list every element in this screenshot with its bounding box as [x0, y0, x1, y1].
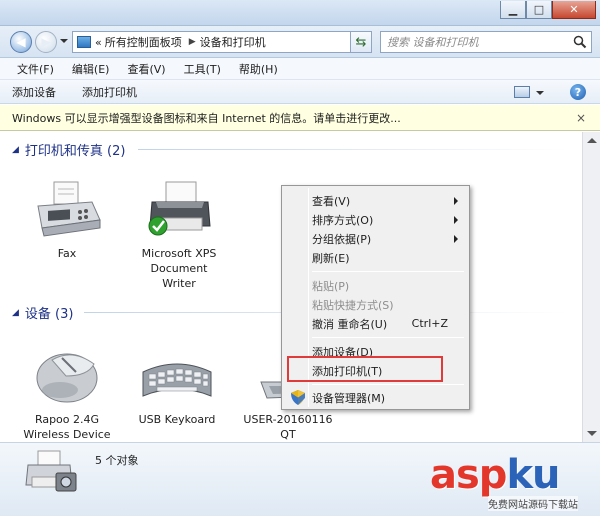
fax-icon	[37, 181, 101, 237]
context-menu-separator	[312, 384, 464, 385]
vertical-scrollbar[interactable]	[582, 132, 600, 442]
close-button[interactable]: ✕	[552, 1, 596, 19]
ctx-paste-shortcut-label: 粘贴快捷方式(S)	[312, 298, 394, 312]
add-device-button[interactable]: 添加设备	[12, 84, 56, 100]
window-controls: ▁ □ ✕	[500, 1, 596, 19]
keyboard-icon	[142, 363, 212, 397]
device-computer-label-line2: QT	[280, 428, 296, 441]
device-xps-writer[interactable]: Microsoft XPS Document Writer	[133, 180, 225, 291]
ctx-paste-label: 粘贴(P)	[312, 279, 350, 293]
help-icon[interactable]: ?	[570, 84, 586, 100]
device-xps-label-line3: Writer	[162, 277, 196, 290]
ctx-view[interactable]: 查看(V)	[285, 191, 466, 210]
menu-view[interactable]: 查看(V)	[118, 61, 174, 77]
device-mouse[interactable]: Rapoo 2.4G Wireless Device	[22, 346, 112, 442]
watermark-subtitle: 免费网站源码下载站	[488, 496, 578, 511]
submenu-arrow-icon	[454, 235, 458, 243]
collapse-chevron-icon[interactable]: ◢	[12, 145, 19, 155]
view-dropdown-icon[interactable]	[536, 91, 544, 95]
back-button[interactable]: ◀	[10, 31, 32, 53]
group-printers-title: 打印机和传真 (2)	[24, 144, 126, 159]
breadcrumb-devices-printers[interactable]: 设备和打印机	[200, 34, 266, 50]
control-panel-icon	[77, 36, 91, 48]
ctx-paste-shortcut: 粘贴快捷方式(S)	[285, 295, 466, 314]
group-devices-title: 设备 (3)	[24, 307, 74, 322]
scroll-up-icon[interactable]	[587, 138, 597, 143]
ctx-device-manager-label: 设备管理器(M)	[312, 391, 386, 405]
device-xps-label-line1: Microsoft XPS	[141, 247, 217, 260]
collapse-chevron-icon[interactable]: ◢	[12, 308, 19, 318]
ctx-view-label: 查看(V)	[312, 194, 351, 208]
device-mouse-label-line2: Wireless Device	[23, 428, 111, 441]
title-bar: ▁ □ ✕	[0, 0, 600, 26]
forward-button[interactable]: ▶	[35, 31, 57, 53]
ctx-undo-rename[interactable]: 撤消 重命名(U) Ctrl+Z	[285, 314, 466, 333]
menu-help[interactable]: 帮助(H)	[230, 61, 287, 77]
refresh-button[interactable]: ⇆	[350, 31, 372, 53]
device-keyboard-label: USB Keykoard	[138, 413, 216, 426]
menu-bar: 文件(F) 编辑(E) 查看(V) 工具(T) 帮助(H)	[0, 58, 600, 80]
add-printer-button[interactable]: 添加打印机	[82, 84, 137, 100]
ctx-refresh[interactable]: 刷新(E)	[285, 248, 466, 267]
address-overflow[interactable]: «	[95, 36, 102, 49]
info-bar-close-button[interactable]: ×	[576, 111, 586, 125]
context-menu-separator	[312, 337, 464, 338]
device-computer-label-line1: USER-20160116	[243, 413, 333, 426]
group-divider	[138, 149, 568, 150]
watermark-logo: aspku	[430, 452, 561, 498]
ctx-sort-by-label: 排序方式(O)	[312, 213, 374, 227]
group-printers-header[interactable]: ◢ 打印机和传真 (2)	[12, 140, 125, 159]
address-bar[interactable]: « 所有控制面板项 ▶ 设备和打印机	[72, 31, 372, 53]
device-xps-label-line2: Document	[150, 262, 208, 275]
shield-icon	[291, 390, 305, 405]
menu-file[interactable]: 文件(F)	[8, 61, 63, 77]
breadcrumb-all-control-panel[interactable]: 所有控制面板项	[105, 34, 182, 50]
status-text: 5 个对象	[95, 454, 139, 467]
ctx-sort-by[interactable]: 排序方式(O)	[285, 210, 466, 229]
change-view-icon[interactable]	[514, 86, 530, 98]
menu-tools[interactable]: 工具(T)	[175, 61, 230, 77]
breadcrumb-separator-icon[interactable]: ▶	[189, 37, 196, 47]
maximize-button[interactable]: □	[526, 1, 552, 19]
info-bar-text: Windows 可以显示增强型设备图标和来自 Internet 的信息。请单击进…	[12, 111, 401, 125]
command-bar: 添加设备 添加打印机 ?	[0, 80, 600, 104]
minimize-button[interactable]: ▁	[500, 1, 526, 19]
device-mouse-label-line1: Rapoo 2.4G	[34, 413, 100, 426]
ctx-undo-rename-label: 撤消 重命名(U)	[312, 317, 388, 331]
context-menu-separator	[312, 271, 464, 272]
ctx-group-by-label: 分组依据(P)	[312, 232, 372, 246]
highlight-box	[287, 356, 443, 382]
search-icon[interactable]	[573, 35, 587, 49]
printer-icon	[148, 181, 211, 236]
ctx-device-manager[interactable]: 设备管理器(M)	[285, 388, 466, 407]
device-keyboard[interactable]: USB Keykoard	[132, 346, 222, 427]
menu-edit[interactable]: 编辑(E)	[63, 61, 119, 77]
group-devices-header[interactable]: ◢ 设备 (3)	[12, 303, 73, 322]
mouse-icon	[36, 353, 98, 403]
search-input[interactable]: 搜索 设备和打印机	[380, 31, 592, 53]
submenu-arrow-icon	[454, 216, 458, 224]
navigation-bar: ◀ ▶ « 所有控制面板项 ▶ 设备和打印机 ⇆ 搜索 设备和打印机	[0, 26, 600, 58]
ctx-group-by[interactable]: 分组依据(P)	[285, 229, 466, 248]
ctx-undo-shortcut: Ctrl+Z	[411, 317, 448, 330]
device-fax[interactable]: Fax	[22, 180, 112, 261]
submenu-arrow-icon	[454, 197, 458, 205]
device-fax-label: Fax	[57, 247, 77, 260]
history-dropdown-icon[interactable]	[60, 39, 68, 43]
info-bar[interactable]: Windows 可以显示增强型设备图标和来自 Internet 的信息。请单击进…	[0, 105, 600, 131]
search-placeholder: 搜索 设备和打印机	[387, 36, 479, 49]
ctx-paste: 粘贴(P)	[285, 276, 466, 295]
devices-printers-icon	[25, 450, 77, 492]
ctx-refresh-label: 刷新(E)	[312, 251, 350, 265]
scroll-down-icon[interactable]	[587, 431, 597, 436]
